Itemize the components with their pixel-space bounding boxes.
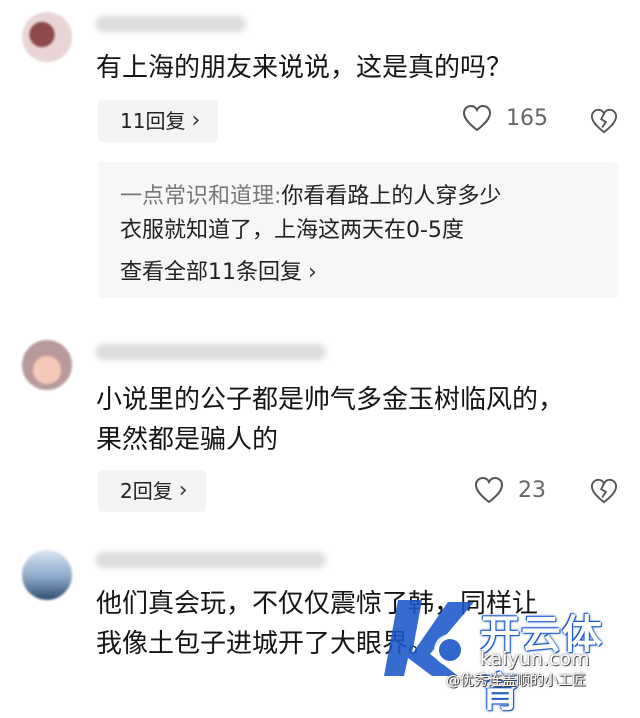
view-all-label: 查看全部11条回复: [120, 260, 302, 285]
reply-line-1: 一点常识和道理:你看看路上的人穿多少: [120, 180, 501, 214]
watermark-site: kaiyun.com: [480, 648, 590, 670]
comment-line: 有上海的朋友来说说，这是真的吗？: [96, 53, 513, 83]
username-blurred[interactable]: [96, 16, 246, 32]
replies-button[interactable]: 11回复 ›: [98, 100, 219, 142]
chevron-right-icon: ›: [191, 108, 201, 133]
featured-reply[interactable]: 一点常识和道理:你看看路上的人穿多少 衣服就知道了，上海这两天在0-5度 查看全…: [98, 162, 618, 298]
reply-author[interactable]: 一点常识和道理:: [120, 184, 281, 209]
replies-count: 11回复: [120, 109, 186, 133]
chevron-right-icon: ›: [178, 478, 188, 503]
comment-text: 小说里的公子都是帅气多金玉树临风的， 果然都是骗人的: [96, 380, 564, 460]
replies-count: 2回复: [120, 479, 173, 503]
view-all-replies-link[interactable]: 查看全部11条回复 ›: [120, 258, 317, 288]
comment-text: 有上海的朋友来说说，这是真的吗？: [96, 48, 512, 88]
broken-heart-icon[interactable]: [590, 108, 618, 134]
watermark-logo: [384, 600, 474, 676]
like-button[interactable]: 23: [474, 476, 546, 504]
broken-heart-icon[interactable]: [590, 478, 618, 504]
comment-line: 果然都是骗人的: [96, 425, 279, 455]
like-button[interactable]: 165: [462, 104, 548, 132]
chevron-right-icon: ›: [308, 260, 317, 285]
heart-icon: [462, 104, 492, 132]
reply-line-2: 衣服就知道了，上海这两天在0-5度: [120, 218, 464, 243]
heart-icon: [474, 476, 504, 504]
like-count: 165: [506, 105, 548, 131]
username-blurred[interactable]: [96, 344, 326, 360]
username-blurred[interactable]: [96, 552, 326, 568]
like-count: 23: [518, 477, 546, 503]
avatar[interactable]: [22, 550, 72, 600]
replies-button[interactable]: 2回复 ›: [98, 470, 206, 512]
comment-line: 小说里的公子都是帅气多金玉树临风的，: [96, 385, 565, 415]
watermark-credit: @优秀连盖顺的小工匠: [446, 673, 586, 689]
reply-text: 你看看路上的人穿多少: [281, 184, 502, 209]
avatar[interactable]: [22, 12, 72, 62]
avatar[interactable]: [22, 340, 72, 390]
